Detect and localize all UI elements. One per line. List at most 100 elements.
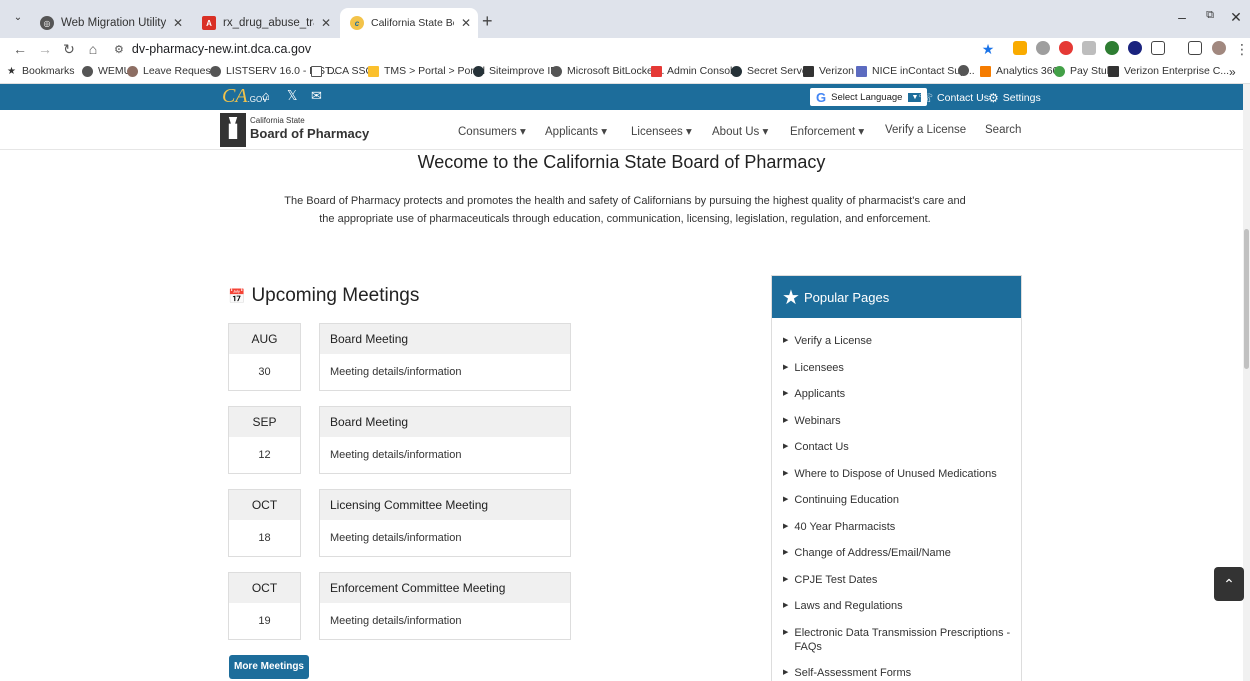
- meeting-month: SEP: [229, 407, 300, 437]
- nav-search[interactable]: Search: [985, 124, 1021, 136]
- new-tab-icon[interactable]: +: [482, 12, 493, 30]
- popular-link[interactable]: ▶ Verify a License: [783, 334, 1021, 348]
- site-navbar: California State Board of Pharmacy Consu…: [0, 110, 1243, 150]
- meeting-name[interactable]: Board Meeting: [320, 407, 570, 437]
- bookmark-star-icon[interactable]: ★: [978, 40, 998, 58]
- extensions-puzzle-icon[interactable]: [1151, 41, 1165, 55]
- meeting-details-link[interactable]: Meeting details/information: [320, 520, 570, 556]
- side-panel-icon[interactable]: [1188, 41, 1202, 55]
- page-scrollbar[interactable]: [1243, 84, 1250, 681]
- extension-icon[interactable]: [1128, 41, 1142, 55]
- popular-link[interactable]: ▶ Self-Assessment Forms: [783, 666, 1021, 680]
- bookmark-item[interactable]: Analytics 360: [980, 65, 1058, 77]
- contact-us-link[interactable]: ☏ Contact Us: [918, 91, 989, 105]
- more-meetings-button[interactable]: More Meetings: [229, 655, 309, 679]
- verizon-icon: [1108, 65, 1119, 77]
- nice-icon: [856, 65, 867, 77]
- x-twitter-icon[interactable]: 𝕏: [287, 89, 297, 103]
- url-field[interactable]: ⚙ dv-pharmacy-new.int.dca.ca.gov: [110, 39, 960, 59]
- extension-icon[interactable]: [1036, 41, 1050, 55]
- popular-link[interactable]: ▶ 40 Year Pharmacists: [783, 520, 1021, 534]
- extension-icon[interactable]: [1013, 41, 1027, 55]
- meeting-name[interactable]: Licensing Committee Meeting: [320, 490, 570, 520]
- nav-about-us[interactable]: About Us ▾: [712, 124, 768, 138]
- browser-tab-pdf[interactable]: A rx_drug_abuse_training.pdf ✕: [192, 8, 338, 38]
- site-utility-bar: CA.GOV ⌂ 𝕏 ✉ G Select Language ▼ ☏ Conta…: [0, 84, 1243, 110]
- email-icon[interactable]: ✉: [311, 89, 322, 103]
- window-close-icon[interactable]: ✕: [1226, 9, 1246, 26]
- bookmark-item[interactable]: Microsoft BitLocker...: [551, 65, 664, 77]
- close-icon[interactable]: ✕: [314, 16, 338, 30]
- site-info-icon[interactable]: ⚙: [114, 43, 124, 56]
- upcoming-meetings-heading: 📅 Upcoming Meetings: [228, 285, 420, 306]
- verizon-icon: [803, 65, 814, 77]
- settings-link[interactable]: ⚙ Settings: [988, 91, 1041, 105]
- forward-icon[interactable]: →: [35, 40, 55, 58]
- nav-consumers[interactable]: Consumers ▾: [458, 124, 526, 138]
- nav-applicants[interactable]: Applicants ▾: [545, 124, 607, 138]
- bookmark-item[interactable]: Verizon Enterprise C...: [1108, 65, 1229, 77]
- tab-search-icon[interactable]: ⌄: [10, 10, 26, 26]
- popular-link[interactable]: ▶ Continuing Education: [783, 493, 1021, 507]
- home-icon[interactable]: ⌂: [262, 89, 270, 103]
- nav-enforcement[interactable]: Enforcement ▾: [790, 124, 864, 138]
- profile-avatar[interactable]: [1212, 41, 1226, 55]
- close-icon[interactable]: ✕: [166, 16, 190, 30]
- calendar-icon: 📅: [228, 287, 246, 304]
- bookmark-item[interactable]: ★ Bookmarks: [6, 65, 75, 77]
- bookmark-item[interactable]: WEMU: [82, 65, 131, 77]
- meeting-details-link[interactable]: Meeting details/information: [320, 437, 570, 473]
- extension-icon[interactable]: [1082, 41, 1096, 55]
- bookmark-item[interactable]: NICE inContact Sup...: [856, 65, 975, 77]
- bookmark-item[interactable]: [958, 65, 974, 76]
- select-language-dropdown[interactable]: G Select Language ▼: [810, 88, 928, 106]
- popular-link[interactable]: ▶ Where to Dispose of Unused Medications: [783, 467, 1021, 481]
- google-icon: G: [816, 89, 827, 105]
- meeting-name[interactable]: Enforcement Committee Meeting: [320, 573, 570, 603]
- back-icon[interactable]: ←: [10, 40, 30, 58]
- nav-verify-license[interactable]: Verify a License: [885, 124, 966, 136]
- browser-tab-pharmacy[interactable]: c California State Board of Pharm ✕: [340, 8, 478, 38]
- org-name[interactable]: Board of Pharmacy: [250, 126, 369, 141]
- browser-tab-web-migration[interactable]: ◎ Web Migration Utility - DCA ✕: [30, 8, 190, 38]
- caret-right-icon: ▶: [783, 575, 789, 583]
- minimize-icon[interactable]: –: [1172, 9, 1192, 25]
- bookmark-item[interactable]: Siteimprove ID: [473, 65, 558, 77]
- ca-gov-logo[interactable]: CA.GOV: [222, 86, 268, 110]
- popular-link[interactable]: ▶ Applicants: [783, 387, 1021, 401]
- bookmark-item[interactable]: Secret Server: [731, 65, 811, 77]
- browser-menu-icon[interactable]: ⋮: [1232, 40, 1250, 58]
- bookmark-item[interactable]: Admin Console: [651, 65, 738, 77]
- bookmark-item[interactable]: DCA SSO: [311, 65, 374, 77]
- meeting-details-link[interactable]: Meeting details/information: [320, 354, 570, 390]
- meeting-day: 19: [258, 615, 271, 627]
- home-icon[interactable]: ⌂: [83, 40, 103, 58]
- bookmark-item[interactable]: Verizon: [803, 65, 854, 77]
- bookmark-item[interactable]: Pay Stub: [1054, 65, 1113, 77]
- reload-icon[interactable]: ↻: [59, 40, 79, 58]
- scrollbar-thumb[interactable]: [1244, 229, 1249, 369]
- popular-link[interactable]: ▶ Laws and Regulations: [783, 599, 1021, 613]
- popular-link[interactable]: ▶ Change of Address/Email/Name: [783, 546, 1021, 560]
- board-of-pharmacy-logo[interactable]: [220, 113, 246, 147]
- bookmark-item[interactable]: TMS > Portal > Portal: [368, 65, 485, 77]
- close-icon[interactable]: ✕: [454, 16, 478, 30]
- nav-licensees[interactable]: Licensees ▾: [631, 124, 692, 138]
- popular-link[interactable]: ▶ CPJE Test Dates: [783, 573, 1021, 587]
- popular-link[interactable]: ▶ Electronic Data Transmission Prescripti…: [783, 626, 1021, 654]
- language-label: Select Language: [831, 91, 903, 103]
- back-to-top-button[interactable]: ⌃: [1214, 567, 1244, 601]
- extension-icon[interactable]: [1059, 41, 1073, 55]
- more-bookmarks-icon[interactable]: »: [1229, 65, 1236, 79]
- tab-title: rx_drug_abuse_training.pdf: [223, 17, 314, 29]
- bookmark-item[interactable]: Leave Request: [127, 65, 214, 77]
- caret-right-icon: ▶: [783, 416, 789, 424]
- meeting-day: 18: [258, 532, 271, 544]
- restore-icon[interactable]: ⧉: [1200, 9, 1220, 22]
- meeting-name[interactable]: Board Meeting: [320, 324, 570, 354]
- popular-link[interactable]: ▶ Webinars: [783, 414, 1021, 428]
- popular-link[interactable]: ▶ Contact Us: [783, 440, 1021, 454]
- meeting-details-link[interactable]: Meeting details/information: [320, 603, 570, 639]
- popular-link[interactable]: ▶ Licensees: [783, 361, 1021, 375]
- extension-icon[interactable]: [1105, 41, 1119, 55]
